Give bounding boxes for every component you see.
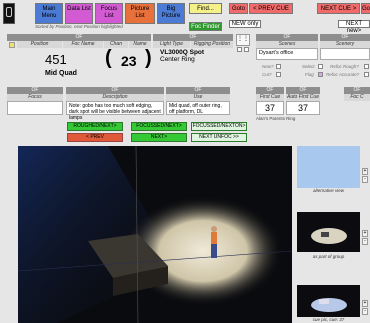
- check-icons[interactable]: ⋮⋮: [236, 34, 250, 46]
- new-checkbox[interactable]: [276, 64, 281, 69]
- alt-view-thumb[interactable]: [297, 146, 360, 188]
- next-button[interactable]: NEXT>: [131, 133, 187, 142]
- scenes-label: Scenes: [256, 41, 318, 48]
- app-logo: [3, 3, 15, 24]
- cut-check-label: Cut?: [262, 72, 272, 77]
- description-field[interactable]: Note: gobo has too much soft edging, dar…: [66, 101, 164, 121]
- use-header: OF: [166, 87, 230, 94]
- roughed-next-button[interactable]: ROUGHED/NEXT>: [67, 122, 123, 131]
- use-field[interactable]: Mid quad, off outer ring, off platform, …: [166, 101, 230, 115]
- goto-button[interactable]: Goto: [229, 3, 248, 14]
- group-thumb[interactable]: [297, 212, 360, 252]
- foc-c-header: OF: [344, 87, 370, 94]
- refoc-accurate-label: Refoc Accurate?: [326, 72, 360, 77]
- refoc-rough-checkbox[interactable]: [364, 64, 369, 69]
- first-cue-label: First Cue: [256, 94, 284, 101]
- refoc-accurate-checkbox[interactable]: [364, 72, 369, 77]
- auto-cue-label: Auto First Cue: [286, 94, 320, 101]
- position-name: Mid Quad: [45, 70, 77, 77]
- focussed-next-button[interactable]: FOCUSSED/NEXT>: [131, 122, 187, 131]
- flag-check-label: Flag: [305, 72, 314, 77]
- chan-paren-open: (: [105, 47, 112, 69]
- rigging-value: Center Ring: [160, 56, 195, 63]
- focus-header: OF: [7, 87, 63, 94]
- scenery-label: Scenery: [320, 41, 370, 48]
- group-caption: as part of group: [312, 254, 345, 259]
- cue-image: [311, 298, 347, 312]
- alt-view-caption: alternative view: [312, 188, 344, 193]
- chan-paren-close: ): [145, 47, 152, 69]
- cut-checkbox[interactable]: [276, 72, 281, 77]
- next-cue-button[interactable]: NEXT CUE >: [317, 3, 360, 14]
- select-check-label: Select: [302, 64, 315, 69]
- use-label: Use: [166, 94, 230, 101]
- prev-cue-button[interactable]: < PREV CUE: [249, 3, 293, 14]
- cue-thumb[interactable]: [297, 285, 360, 317]
- next-unfoc-button[interactable]: NEXT UNFOC >>: [191, 133, 247, 142]
- group-scroll-up[interactable]: +: [362, 230, 368, 237]
- new-only-button[interactable]: NEW only: [229, 20, 261, 28]
- big-picture-button[interactable]: Big Picture: [157, 3, 185, 24]
- find-button[interactable]: Find...: [189, 3, 222, 14]
- focus-label: Focus: [7, 94, 63, 101]
- data-list-button[interactable]: Data List: [65, 3, 93, 24]
- focus-photo[interactable]: [18, 146, 292, 323]
- position-label[interactable]: Position: [17, 41, 62, 48]
- check-box-b[interactable]: [244, 47, 249, 52]
- description-label: Description: [66, 94, 164, 101]
- cue-scroll-up[interactable]: +: [362, 300, 368, 307]
- first-cue-caption: Alan's Parents Ring: [256, 116, 296, 121]
- scenery-field[interactable]: [320, 48, 370, 60]
- main-menu-button[interactable]: Main Menu: [35, 3, 63, 24]
- auto-cue-field: 37: [286, 101, 320, 115]
- foc-name-label: Foc Name: [63, 41, 103, 48]
- prev-button[interactable]: < PREV: [67, 133, 123, 142]
- position-number: 451: [45, 52, 67, 67]
- check-box-a[interactable]: [237, 47, 242, 52]
- sort-status-text: Sorted by Position, next Position highli…: [35, 24, 123, 29]
- scenes-header: OF: [256, 34, 318, 41]
- scenes-field[interactable]: Dysart's office: [256, 48, 318, 60]
- scenery-header: OF: [320, 34, 370, 41]
- auto-cue-header: OF: [286, 87, 320, 94]
- light-type-value: VL3000Q Spot: [160, 49, 205, 56]
- position-header: OF: [7, 34, 151, 41]
- chan-value: 23: [121, 53, 137, 69]
- select-checkbox[interactable]: [318, 64, 323, 69]
- rigging-label: Rigging Position: [191, 41, 233, 48]
- first-cue-field[interactable]: 37: [256, 101, 284, 115]
- first-cue-header: OF: [256, 87, 284, 94]
- group-scroll-down[interactable]: -: [362, 238, 368, 245]
- foc-finder-button[interactable]: Foc Finder: [189, 22, 222, 31]
- foc-c-label: Foc C: [344, 94, 370, 101]
- focus-field[interactable]: [7, 101, 63, 115]
- light-header: OF: [153, 34, 233, 41]
- cue-caption: cue pic, cue: 37: [312, 317, 345, 322]
- alt-scroll-down[interactable]: -: [362, 176, 368, 183]
- goto-right-button[interactable]: Goto: [361, 3, 370, 14]
- alt-scroll-up[interactable]: +: [362, 168, 368, 175]
- cue-scroll-down[interactable]: -: [362, 308, 368, 315]
- new-check-label: New?: [262, 64, 274, 69]
- stage-image: [18, 146, 292, 323]
- group-image: [311, 228, 347, 244]
- light-type-label: Light Type: [153, 41, 190, 48]
- focus-list-button[interactable]: Focus List: [95, 3, 123, 24]
- focussed-nexton-button[interactable]: FOCUSSED/NEXTON>: [191, 122, 247, 131]
- description-header: OF: [66, 87, 164, 94]
- refoc-rough-label: Refoc Rough?: [330, 64, 359, 69]
- next-new-button[interactable]: NEXT new>: [338, 20, 370, 34]
- hdr-mini-check[interactable]: [9, 42, 15, 48]
- flag-checkbox[interactable]: [318, 72, 323, 77]
- picture-list-button[interactable]: Picture List: [125, 3, 155, 24]
